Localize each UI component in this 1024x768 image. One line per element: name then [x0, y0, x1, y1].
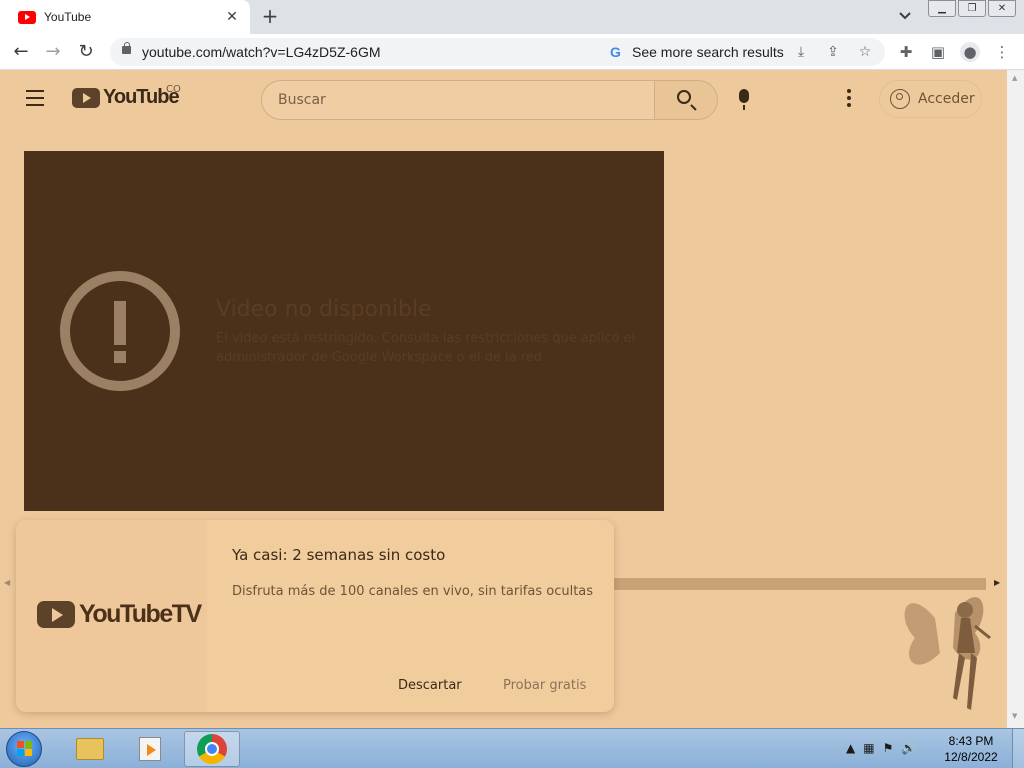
promo-logo-panel: YouTubeTV	[16, 520, 207, 712]
sign-in-label: Acceder	[918, 91, 975, 107]
extensions-icon[interactable]: ✚	[896, 42, 916, 62]
scroll-up-icon[interactable]: ▲	[1012, 74, 1017, 82]
taskbar-media-player[interactable]	[122, 731, 178, 767]
side-panel-icon[interactable]: ▣	[928, 42, 948, 62]
youtube-header: YouTube CO Buscar Acceder	[0, 70, 1007, 128]
promo-subtitle: Disfruta más de 100 canales en vivo, sin…	[232, 584, 594, 599]
folder-icon	[76, 738, 104, 760]
system-tray: ▲ ▦ ⚑ 🔊	[846, 741, 924, 755]
show-desktop-button[interactable]	[1012, 729, 1024, 768]
new-tab-button[interactable]: +	[259, 5, 281, 27]
page-scrollbar[interactable]: ▲ ▼	[1007, 70, 1024, 728]
youtube-tv-play-icon	[37, 601, 75, 628]
address-bar[interactable]: youtube.com/watch?v=LG4zD5Z-6GM G See mo…	[110, 38, 885, 66]
search-button[interactable]	[654, 80, 718, 120]
window-controls: ▁ ❐ ✕	[926, 0, 1016, 17]
taskbar-chrome[interactable]	[184, 731, 240, 767]
bookmark-star-icon[interactable]: ☆	[856, 43, 874, 61]
tab-youtube[interactable]: YouTube ✕	[0, 0, 250, 34]
microphone-icon[interactable]	[739, 89, 749, 110]
chrome-icon	[197, 734, 227, 764]
search-icon	[677, 90, 691, 104]
minimize-button[interactable]: ▁	[928, 0, 956, 17]
youtube-play-icon	[72, 87, 100, 108]
browser-menu-icon[interactable]: ⋮	[992, 42, 1012, 62]
browser-toolbar: ← → ↻ youtube.com/watch?v=LG4zD5Z-6GM G …	[0, 34, 1024, 70]
tray-expand-icon[interactable]: ▲	[846, 741, 855, 755]
clock-date: 12/8/2022	[944, 750, 998, 764]
promo-title: Ya casi: 2 semanas sin costo	[232, 546, 446, 564]
tab-title: YouTube	[44, 10, 92, 24]
youtube-favicon-icon	[18, 10, 36, 24]
google-icon: G	[610, 44, 621, 60]
search-more-chip[interactable]: See more search results	[632, 44, 784, 60]
search-input[interactable]: Buscar	[261, 80, 655, 120]
media-player-icon	[139, 737, 161, 761]
share-icon[interactable]: ⇪	[824, 43, 842, 61]
search-placeholder: Buscar	[278, 92, 326, 108]
country-code: CO	[166, 84, 181, 95]
more-options-icon[interactable]	[846, 89, 852, 109]
menu-icon[interactable]	[26, 90, 46, 106]
youtube-tv-promo: YouTubeTV Ya casi: 2 semanas sin costo D…	[16, 520, 614, 712]
tab-close-icon[interactable]: ✕	[224, 9, 240, 25]
url-text[interactable]: youtube.com/watch?v=LG4zD5Z-6GM	[142, 44, 381, 60]
start-button[interactable]	[6, 731, 42, 767]
action-center-flag-icon[interactable]: ⚑	[883, 741, 894, 755]
sign-in-button[interactable]: Acceder	[879, 80, 982, 118]
video-player[interactable]: Video no disponible El video está restri…	[24, 151, 664, 511]
error-message: El video está restringido. Consulta las …	[216, 331, 636, 365]
scroll-left-icon[interactable]: ◀	[4, 578, 10, 587]
profile-icon[interactable]: ●	[960, 42, 980, 62]
error-icon	[60, 271, 180, 391]
network-icon[interactable]: ▦	[863, 741, 874, 755]
clock-time: 8:43 PM	[948, 734, 994, 748]
restore-button[interactable]: ❐	[958, 0, 986, 17]
try-free-button[interactable]: Probar gratis	[503, 678, 586, 693]
fairy-character-icon	[904, 597, 991, 710]
taskbar-explorer[interactable]	[62, 731, 118, 767]
windows-taskbar: ▲ ▦ ⚑ 🔊 8:43 PM 12/8/2022	[0, 728, 1024, 768]
youtube-tv-logo: YouTubeTV	[37, 600, 202, 629]
scroll-down-icon[interactable]: ▼	[1012, 712, 1017, 720]
dismiss-button[interactable]: Descartar	[398, 678, 462, 693]
youtube-logo[interactable]: YouTube	[72, 86, 180, 109]
install-icon[interactable]: ⤓	[792, 43, 810, 61]
back-button[interactable]: ←	[10, 41, 32, 63]
reload-button[interactable]: ↻	[75, 41, 97, 63]
user-icon	[890, 89, 910, 109]
windows-logo-icon	[17, 741, 33, 757]
volume-icon[interactable]: 🔊	[901, 741, 916, 755]
clock[interactable]: 8:43 PM 12/8/2022	[940, 733, 1002, 765]
error-title: Video no disponible	[216, 297, 432, 322]
browser-tab-bar: YouTube ✕ + ▁ ❐ ✕	[0, 0, 1024, 34]
forward-button[interactable]: →	[42, 41, 64, 63]
close-window-button[interactable]: ✕	[988, 0, 1016, 17]
lock-icon[interactable]	[122, 42, 131, 54]
youtube-tv-wordmark: YouTubeTV	[79, 600, 202, 628]
chevron-down-icon[interactable]	[896, 7, 914, 25]
